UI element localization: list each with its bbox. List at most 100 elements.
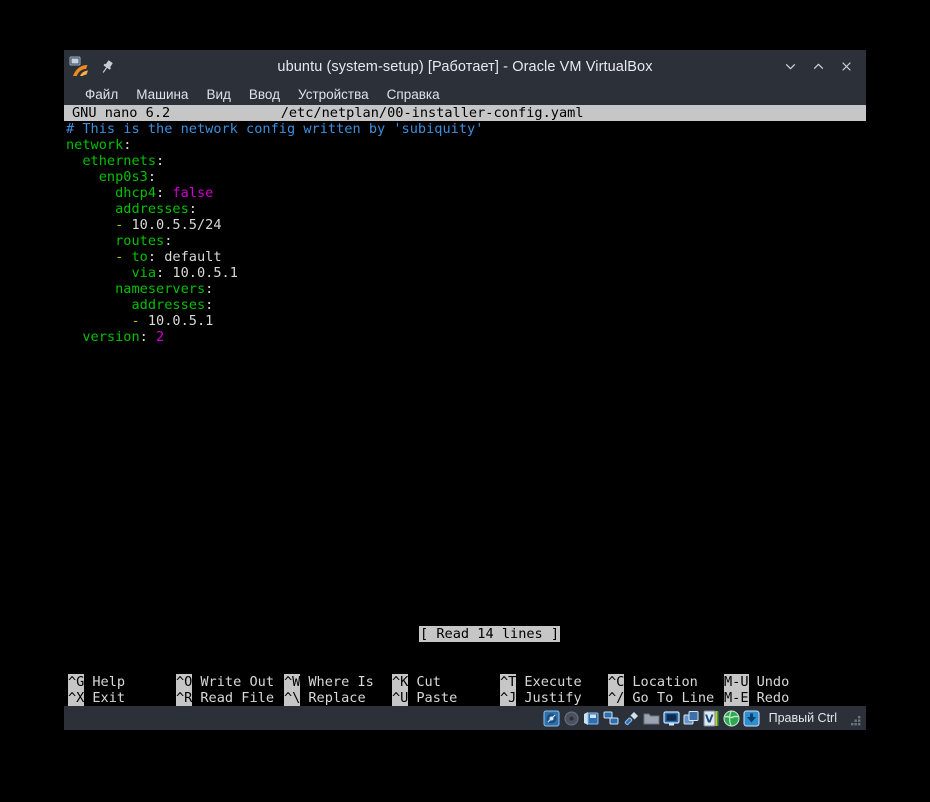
floppy-disk-icon[interactable]: [583, 710, 600, 727]
menu-help[interactable]: Справка: [378, 85, 449, 104]
shortcut-key: ^T: [500, 674, 516, 690]
shortcut-item[interactable]: ^CLocation: [608, 674, 724, 690]
shortcut-key: ^K: [392, 674, 408, 690]
menu-devices[interactable]: Устройства: [289, 85, 378, 104]
token-punct: :: [156, 265, 172, 281]
virtualbox-window: ubuntu (system-setup) [Работает] - Oracl…: [64, 50, 866, 730]
code-line: # This is the network config written by …: [64, 121, 866, 137]
token-lit: 2: [156, 329, 164, 345]
shortcut-item[interactable]: ^/Go To Line: [608, 690, 724, 706]
pin-icon[interactable]: [99, 59, 115, 75]
titlebar-left-icons: [64, 56, 115, 78]
indent: [66, 233, 115, 249]
nano-editor-buffer[interactable]: # This is the network config written by …: [64, 121, 866, 345]
shortcut-key: ^U: [392, 690, 408, 706]
token-key: version: [82, 329, 139, 345]
shortcut-label: Where Is: [300, 674, 373, 690]
token-punct: :: [205, 297, 213, 313]
indent: [66, 201, 115, 217]
token-key: routes: [115, 233, 164, 249]
menu-view[interactable]: Вид: [197, 85, 239, 104]
token-key: to: [131, 249, 147, 265]
token-val: default: [164, 249, 221, 265]
window-controls: [776, 54, 866, 80]
token-dash: -: [131, 313, 139, 329]
token-punct: :: [156, 153, 164, 169]
network-icon[interactable]: [603, 710, 620, 727]
token-punct: :: [140, 329, 156, 345]
shortcut-key: ^J: [500, 690, 516, 706]
display-icon[interactable]: [663, 710, 680, 727]
indent: [66, 329, 82, 345]
shortcut-column: ^KCut^UPaste: [392, 674, 500, 706]
shortcut-item[interactable]: M-ERedo: [724, 690, 789, 706]
menu-machine[interactable]: Машина: [127, 85, 197, 104]
shortcut-key: ^O: [176, 674, 192, 690]
window-titlebar[interactable]: ubuntu (system-setup) [Работает] - Oracl…: [64, 50, 866, 83]
shortcut-key: M-U: [724, 674, 749, 690]
shortcut-key: ^X: [68, 690, 84, 706]
code-line: addresses:: [64, 297, 866, 313]
virtualbox-logo-icon: [69, 56, 91, 78]
token-punct: :: [164, 233, 172, 249]
shortcut-column: ^OWrite Out^RRead File: [176, 674, 284, 706]
shortcut-item[interactable]: ^TExecute: [500, 674, 608, 690]
code-line: version: 2: [64, 329, 866, 345]
optical-disk-icon[interactable]: [563, 710, 580, 727]
shortcut-item[interactable]: ^XExit: [68, 690, 176, 706]
menu-file[interactable]: Файл: [76, 85, 127, 104]
shortcut-label: Justify: [516, 690, 581, 706]
shortcut-item[interactable]: ^WWhere Is: [284, 674, 392, 690]
shortcut-item[interactable]: ^OWrite Out: [176, 674, 284, 690]
shortcut-key: ^/: [608, 690, 624, 706]
shortcut-key: ^G: [68, 674, 84, 690]
shortcut-item[interactable]: M-UUndo: [724, 674, 789, 690]
vm-terminal-screen[interactable]: GNU nano 6.2 /etc/netplan/00-installer-c…: [64, 105, 866, 706]
code-line: ethernets:: [64, 153, 866, 169]
code-line: via: 10.0.5.1: [64, 265, 866, 281]
shortcut-key: ^R: [176, 690, 192, 706]
shortcut-item[interactable]: ^UPaste: [392, 690, 500, 706]
close-button[interactable]: [832, 54, 860, 80]
token-key: ethernets: [82, 153, 156, 169]
svg-text:V: V: [705, 712, 714, 725]
recording-icon[interactable]: [683, 710, 700, 727]
usb-icon[interactable]: [623, 710, 640, 727]
mouse-integration-icon[interactable]: [723, 710, 740, 727]
token-comment: # This is the network config written by …: [66, 121, 483, 137]
shortcut-key: ^W: [284, 674, 300, 690]
nano-filename: /etc/netplan/00-installer-config.yaml: [281, 105, 756, 121]
shared-folders-icon[interactable]: [643, 710, 660, 727]
shortcut-key: ^C: [608, 674, 624, 690]
shortcut-item[interactable]: ^KCut: [392, 674, 500, 690]
shortcut-item[interactable]: ^GHelp: [68, 674, 176, 690]
indent: [66, 313, 131, 329]
window-title: ubuntu (system-setup) [Работает] - Oracl…: [64, 59, 866, 75]
shortcut-label: Write Out: [192, 674, 274, 690]
minimize-button[interactable]: [776, 54, 804, 80]
shortcut-item[interactable]: ^\Replace: [284, 690, 392, 706]
shortcut-label: Execute: [516, 674, 581, 690]
hard-disk-icon[interactable]: [543, 710, 560, 727]
token-val: 10.0.5.1: [172, 265, 237, 281]
token-punct: :: [123, 137, 131, 153]
shortcut-column: ^GHelp^XExit: [68, 674, 176, 706]
shortcut-key: ^\: [284, 690, 300, 706]
menu-input[interactable]: Ввод: [240, 85, 289, 104]
resize-grip-icon[interactable]: [848, 714, 862, 728]
token-punct: :: [156, 185, 172, 201]
shortcut-label: Replace: [300, 690, 365, 706]
host-key-icon[interactable]: [743, 710, 760, 727]
nano-shortcut-bar: ^GHelp^XExit^OWrite Out^RRead File^WWher…: [64, 674, 866, 706]
menubar: ФайлМашинаВидВводУстройстваСправка: [64, 83, 866, 105]
token-key: addresses: [131, 297, 205, 313]
shortcut-label: Exit: [84, 690, 125, 706]
shortcut-item[interactable]: ^RRead File: [176, 690, 284, 706]
indent: [66, 249, 115, 265]
virtualization-icon[interactable]: V: [703, 710, 720, 727]
indent: [66, 217, 115, 233]
maximize-button[interactable]: [804, 54, 832, 80]
shortcut-item[interactable]: ^JJustify: [500, 690, 608, 706]
token-key: addresses: [115, 201, 189, 217]
shortcut-label: Redo: [749, 690, 790, 706]
